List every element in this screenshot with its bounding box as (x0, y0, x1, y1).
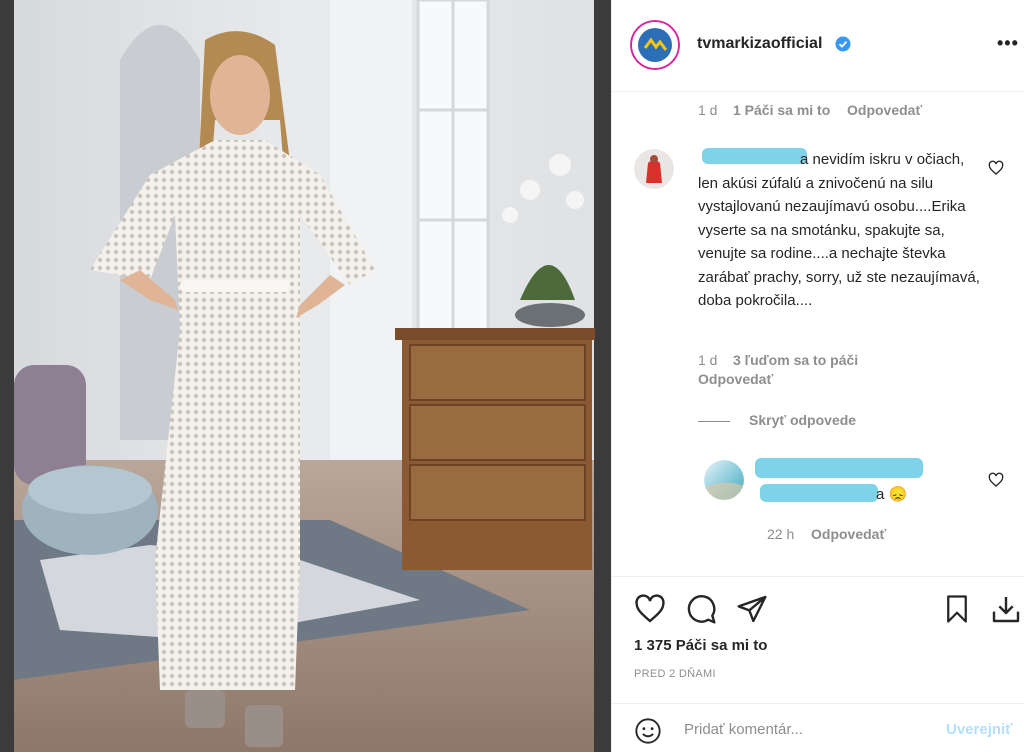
reply-text: a 😞 (876, 486, 908, 503)
reply-time[interactable]: 22 h (767, 526, 794, 542)
bookmark-icon[interactable] (942, 593, 972, 625)
post-header: tvmarkizaofficial ••• (612, 0, 1024, 92)
redacted-reply-username (755, 458, 923, 478)
comment-like-icon[interactable] (988, 160, 1004, 176)
post-date[interactable]: PRED 2 DŇAMI (634, 668, 716, 680)
post-photo[interactable] (0, 0, 611, 752)
post-panel: tvmarkizaofficial ••• 1 d 1 Páči sa mi t… (611, 0, 1024, 752)
redacted-reply-text (760, 484, 878, 502)
prev-comment-reply-button[interactable]: Odpovedať (847, 102, 922, 118)
comment-body: a nevidím iskru v očiach, len akúsi zúfa… (698, 151, 980, 309)
heart-icon[interactable] (634, 593, 666, 625)
prev-comment-time[interactable]: 1 d (698, 102, 717, 118)
reply-like-icon[interactable] (988, 472, 1004, 488)
post-comment-button[interactable]: Uverejniť (946, 721, 1012, 738)
commenter-avatar-image (634, 149, 674, 189)
comment-input[interactable] (684, 719, 954, 739)
comment-time[interactable]: 1 d (698, 352, 717, 368)
more-options-icon[interactable]: ••• (997, 33, 1019, 54)
reply-avatar[interactable] (704, 460, 744, 500)
reply-avatar-image (704, 460, 744, 500)
account-avatar[interactable] (630, 20, 680, 70)
comment-text: a nevidím iskru v očiach, len akúsi zúfa… (698, 148, 988, 313)
commenter-avatar[interactable] (634, 149, 674, 189)
download-icon[interactable] (990, 593, 1022, 625)
share-icon[interactable] (736, 593, 768, 625)
comment-icon[interactable] (685, 593, 717, 625)
account-username[interactable]: tvmarkizaofficial (697, 35, 822, 53)
emoji-icon[interactable] (634, 717, 662, 745)
hide-replies-line (698, 421, 730, 422)
verified-badge-icon (835, 36, 851, 52)
likes-count[interactable]: 1 375 Páči sa mi to (634, 637, 767, 654)
comment-reply-button[interactable]: Odpovedať (698, 371, 773, 387)
prev-comment-likes[interactable]: 1 Páči sa mi to (733, 102, 830, 118)
comment-likes[interactable]: 3 ľuďom sa to páči (733, 352, 858, 368)
hide-replies-button[interactable]: Skryť odpovede (749, 412, 856, 428)
post-image (0, 0, 611, 752)
reply-reply-button[interactable]: Odpovedať (811, 526, 886, 542)
